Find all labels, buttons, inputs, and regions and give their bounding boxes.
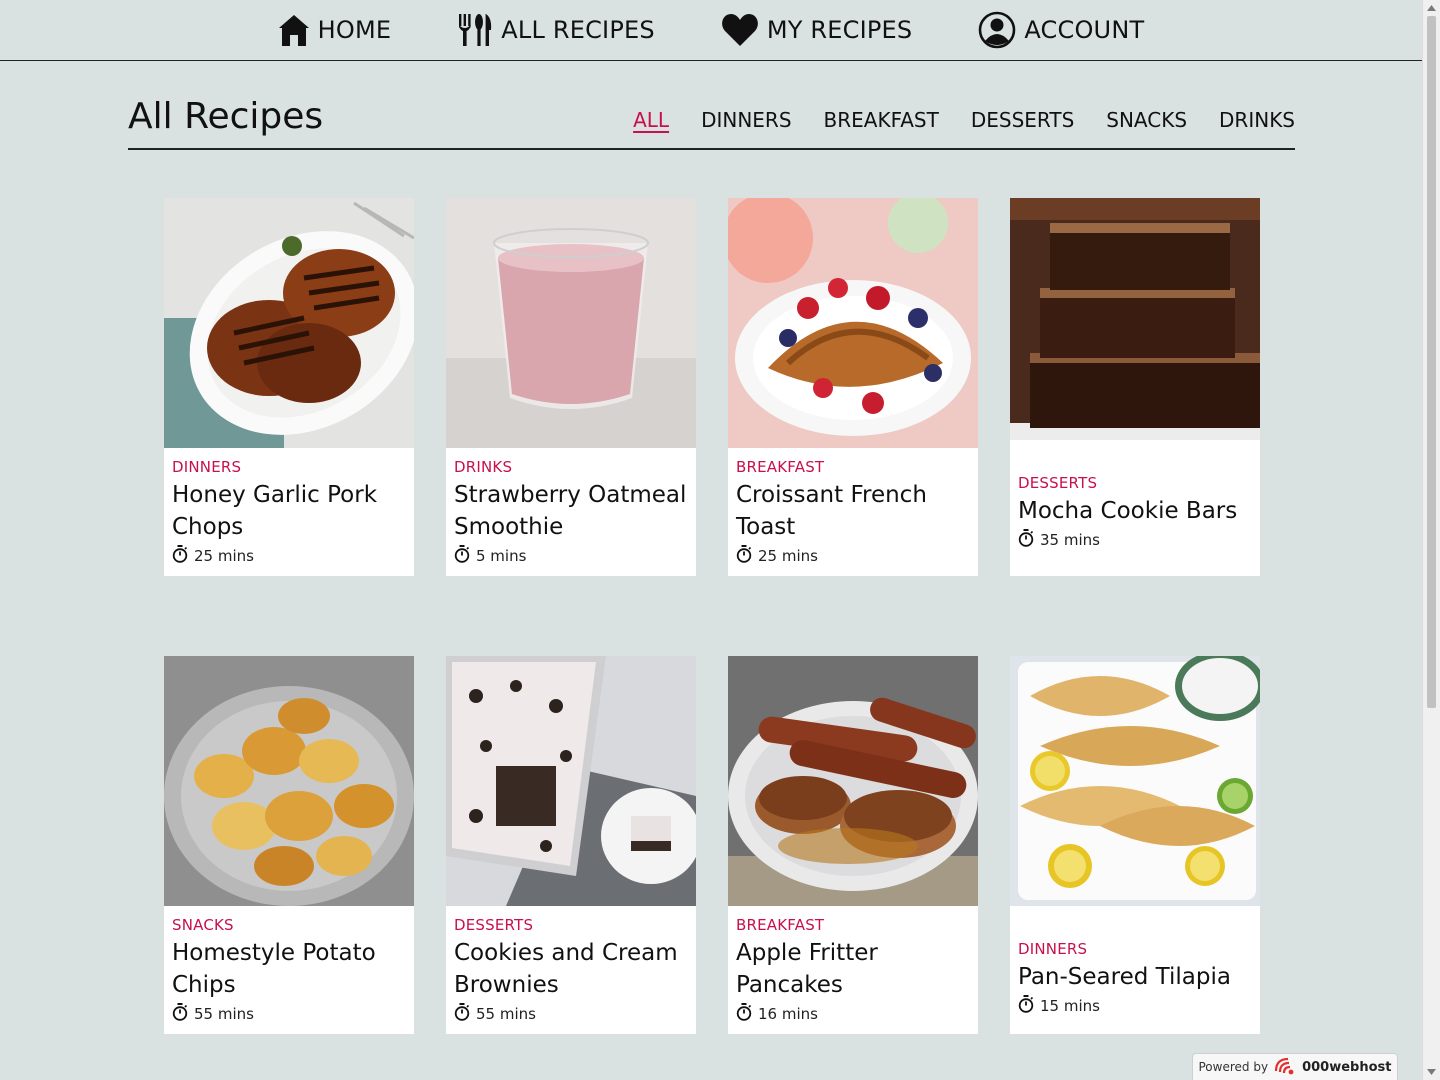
nav-all-recipes-label: ALL RECIPES (501, 16, 655, 44)
webhost-brand: 000webhost (1302, 1059, 1392, 1075)
recipe-image (1010, 198, 1260, 440)
card-body: DESSERTS Mocha Cookie Bars 35 mins (1010, 440, 1260, 551)
recipe-card[interactable]: DESSERTS Mocha Cookie Bars 35 mins (1010, 198, 1260, 576)
card-body: SNACKS Homestyle Potato Chips 55 mins (164, 906, 414, 1025)
stopwatch-icon (454, 545, 470, 567)
recipe-time-value: 55 mins (476, 1005, 536, 1023)
nav-account[interactable]: ACCOUNT (978, 11, 1144, 49)
scrollbar-thumb[interactable] (1427, 16, 1436, 708)
recipe-time: 25 mins (736, 545, 970, 567)
recipe-time: 55 mins (454, 1003, 688, 1025)
top-navigation: HOME ALL RECIPES MY RECIPES ACCOUNT (0, 0, 1422, 61)
nav-all-recipes[interactable]: ALL RECIPES (457, 12, 655, 48)
stopwatch-icon (736, 545, 752, 567)
card-body: BREAKFAST Croissant French Toast 25 mins (728, 448, 978, 567)
recipe-card[interactable]: DRINKS Strawberry Oatmeal Smoothie 5 min… (446, 198, 696, 576)
recipe-time: 15 mins (1018, 995, 1252, 1017)
recipe-category: DESSERTS (454, 916, 534, 934)
utensils-icon (457, 12, 493, 48)
recipe-category: SNACKS (172, 916, 234, 934)
recipe-category: DRINKS (454, 458, 513, 476)
recipe-card[interactable]: BREAKFAST Apple Fritter Pancakes 16 mins (728, 656, 978, 1034)
recipe-title: Pan-Seared Tilapia (1018, 964, 1231, 990)
stopwatch-icon (1018, 529, 1034, 551)
recipe-time-value: 16 mins (758, 1005, 818, 1023)
heart-icon (721, 13, 759, 47)
recipe-image (446, 656, 696, 906)
recipe-card[interactable]: DESSERTS Cookies and Cream Brownies 55 m… (446, 656, 696, 1034)
nav-my-recipes-label: MY RECIPES (766, 16, 913, 44)
filter-tab-desserts[interactable]: DESSERTS (971, 108, 1074, 132)
recipe-image (446, 198, 696, 448)
recipe-category: DINNERS (1018, 940, 1088, 958)
page-header: All Recipes ALL DINNERS BREAKFAST DESSER… (128, 92, 1295, 150)
recipe-image (164, 656, 414, 906)
recipe-time-value: 25 mins (194, 547, 254, 565)
card-body: DINNERS Honey Garlic Pork Chops 25 mins (164, 448, 414, 567)
recipe-time: 55 mins (172, 1003, 406, 1025)
powered-by-label: Powered by (1198, 1060, 1269, 1074)
recipe-image (1010, 656, 1260, 906)
recipe-title: Mocha Cookie Bars (1018, 498, 1238, 524)
recipe-time-value: 15 mins (1040, 997, 1100, 1015)
recipe-card[interactable]: DINNERS Pan-Seared Tilapia 15 mins (1010, 656, 1260, 1034)
stopwatch-icon (454, 1003, 470, 1025)
recipe-time: 35 mins (1018, 529, 1252, 551)
recipe-time-value: 25 mins (758, 547, 818, 565)
recipe-card[interactable]: SNACKS Homestyle Potato Chips 55 mins (164, 656, 414, 1034)
card-body: BREAKFAST Apple Fritter Pancakes 16 mins (728, 906, 978, 1025)
recipe-time-value: 55 mins (194, 1005, 254, 1023)
recipe-title: Cookies and Cream Brownies (454, 940, 678, 998)
recipe-title: Apple Fritter Pancakes (736, 940, 878, 998)
stopwatch-icon (172, 1003, 188, 1025)
recipe-category: BREAKFAST (736, 458, 825, 476)
vertical-scrollbar[interactable] (1422, 0, 1440, 1080)
recipe-image (728, 656, 978, 906)
recipe-image (728, 198, 978, 448)
nav-home-label: HOME (317, 16, 392, 44)
nav-my-recipes[interactable]: MY RECIPES (721, 13, 913, 47)
recipe-time: 16 mins (736, 1003, 970, 1025)
category-filter-tabs: ALL DINNERS BREAKFAST DESSERTS SNACKS DR… (633, 108, 1295, 132)
recipe-image (164, 198, 414, 448)
recipe-category: BREAKFAST (736, 916, 825, 934)
webhost-logo-icon (1274, 1057, 1296, 1078)
recipe-grid: DINNERS Honey Garlic Pork Chops 25 mins (164, 198, 1260, 1034)
home-icon (278, 13, 310, 47)
recipe-card[interactable]: BREAKFAST Croissant French Toast 25 mins (728, 198, 978, 576)
recipe-title: Strawberry Oatmeal Smoothie (454, 482, 687, 540)
filter-tab-all[interactable]: ALL (633, 108, 669, 132)
recipe-title: Croissant French Toast (736, 482, 927, 540)
recipe-time: 5 mins (454, 545, 688, 567)
card-body: DRINKS Strawberry Oatmeal Smoothie 5 min… (446, 448, 696, 567)
nav-account-label: ACCOUNT (1024, 16, 1145, 44)
recipe-time-value: 35 mins (1040, 531, 1100, 549)
card-body: DESSERTS Cookies and Cream Brownies 55 m… (446, 906, 696, 1025)
card-body: DINNERS Pan-Seared Tilapia 15 mins (1010, 906, 1260, 1017)
nav-home[interactable]: HOME (278, 13, 392, 47)
recipe-time-value: 5 mins (476, 547, 527, 565)
recipe-category: DESSERTS (1018, 474, 1098, 492)
filter-tab-snacks[interactable]: SNACKS (1106, 108, 1187, 132)
stopwatch-icon (736, 1003, 752, 1025)
stopwatch-icon (172, 545, 188, 567)
user-circle-icon (978, 11, 1016, 49)
filter-tab-dinners[interactable]: DINNERS (701, 108, 791, 132)
filter-tab-breakfast[interactable]: BREAKFAST (824, 108, 939, 132)
powered-by-badge[interactable]: Powered by 000webhost (1192, 1053, 1398, 1080)
filter-tab-drinks[interactable]: DRINKS (1219, 108, 1295, 132)
page-title: All Recipes (128, 96, 324, 137)
scroll-up-arrow-icon[interactable] (1423, 0, 1440, 16)
scroll-down-arrow-icon[interactable] (1423, 1064, 1440, 1080)
stopwatch-icon (1018, 995, 1034, 1017)
recipe-title: Honey Garlic Pork Chops (172, 482, 378, 540)
recipe-card[interactable]: DINNERS Honey Garlic Pork Chops 25 mins (164, 198, 414, 576)
recipe-time: 25 mins (172, 545, 406, 567)
recipe-category: DINNERS (172, 458, 242, 476)
recipe-title: Homestyle Potato Chips (172, 940, 376, 998)
